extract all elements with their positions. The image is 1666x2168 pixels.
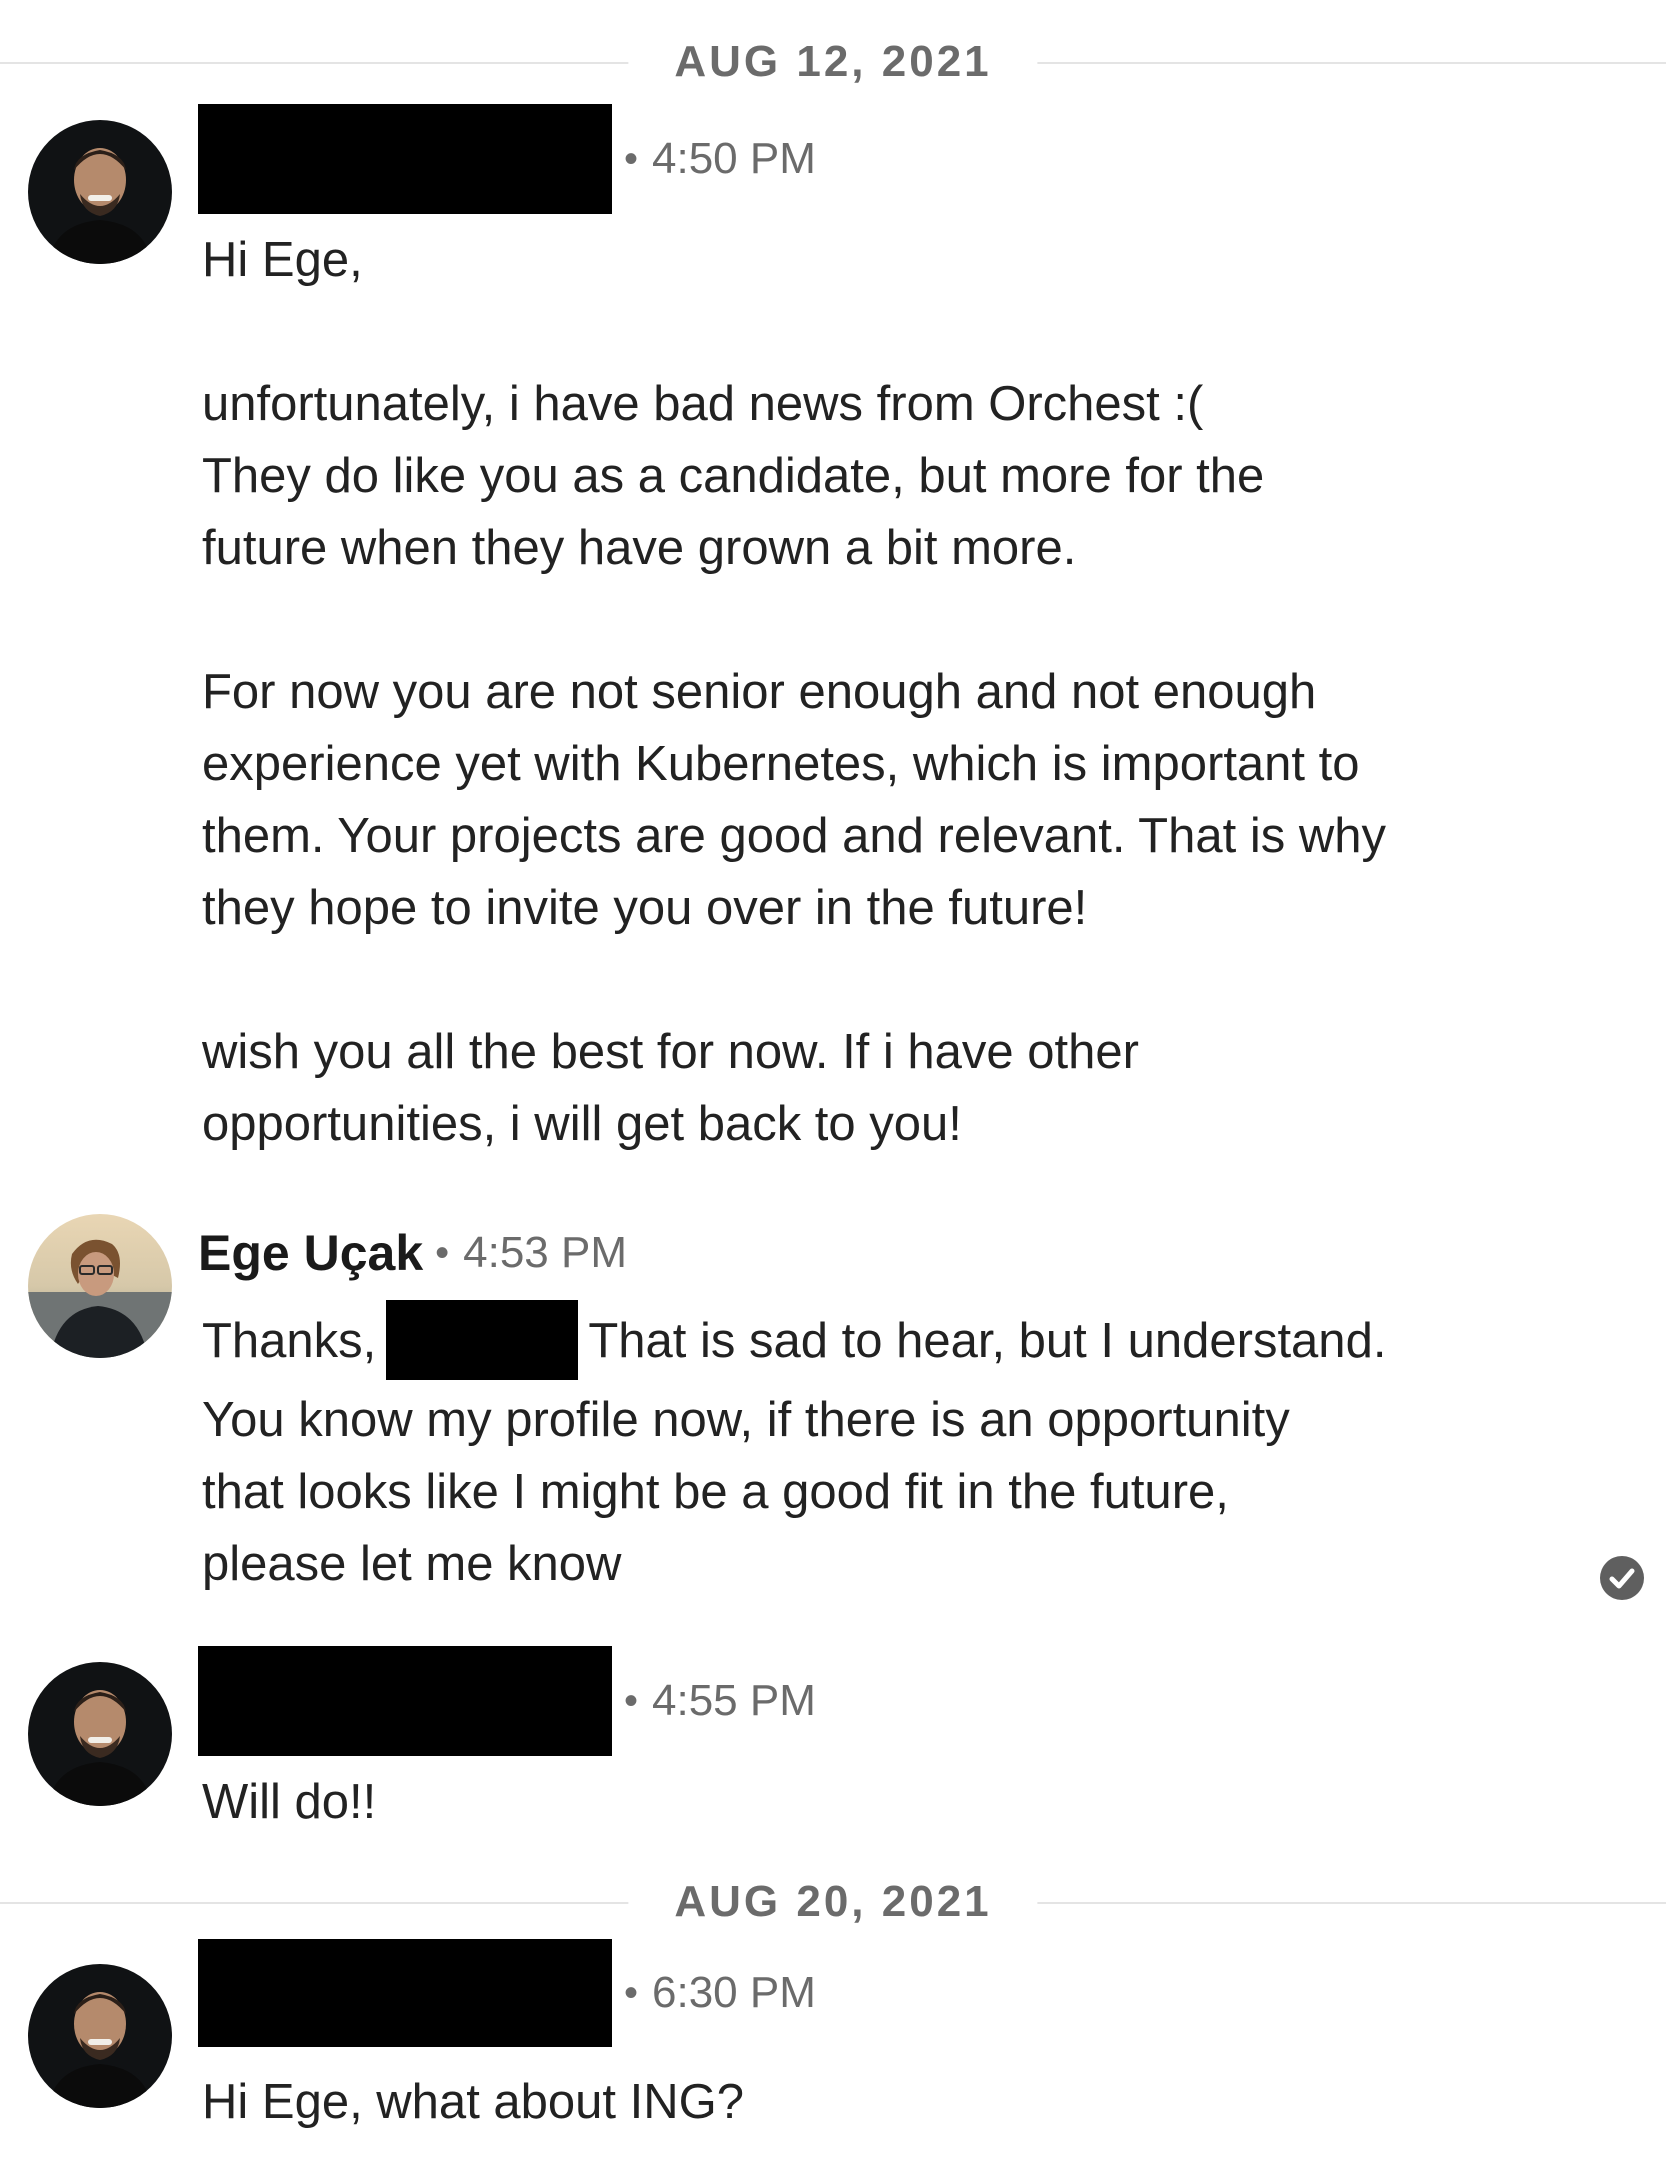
redacted-sender-name [198,1646,612,1756]
message-body: Hi Ege, unfortunately, i have bad news f… [202,224,1502,1160]
message-header: • 4:55 PM [198,1646,816,1756]
message-body: Hi Ege, what about ING? [202,2066,1502,2138]
separator-dot: • [624,136,639,181]
message-paragraph: wish you all the best for now. If i have… [202,1025,1139,1151]
message-paragraph: You know my profile now, if there is an … [202,1393,1290,1591]
message-paragraph: Hi Ege, what about ING? [202,2075,745,2129]
message-time: 4:55 PM [652,1676,816,1725]
message-paragraph: unfortunately, i have bad news from Orch… [202,377,1265,575]
message-text: Thanks, [202,1313,377,1368]
avatar-recruiter[interactable] [28,120,172,264]
message-header: • 6:30 PM [198,1938,816,2048]
message-time: 6:30 PM [652,1968,816,2017]
date-divider: AUG 20, 2021 [0,1872,1666,1932]
separator-dot: • [624,1678,639,1723]
avatar-ege-ucak[interactable] [28,1214,172,1358]
message-time: 4:50 PM [652,134,816,183]
avatar-recruiter[interactable] [28,1662,172,1806]
message-paragraph: Hi Ege, [202,233,363,287]
message-first-line: Thanks, That is sad to hear, but I unders… [202,1300,1502,1384]
date-divider: AUG 12, 2021 [0,32,1666,92]
redacted-recipient-name [386,1300,579,1380]
redacted-sender-name [198,1939,612,2047]
date-label: AUG 12, 2021 [628,32,1038,92]
separator-dot: • [624,1970,639,2015]
separator-dot: • [435,1230,450,1275]
message-text: That is sad to hear, but I understand. [588,1313,1387,1368]
message-paragraph: Will do!! [202,1775,377,1829]
message-paragraph: For now you are not senior enough and no… [202,665,1386,935]
checkmark-circle-icon [1600,1556,1644,1600]
message-time: 4:53 PM [463,1228,628,1277]
message-body: Will do!! [202,1766,1502,1838]
message-body: Thanks, That is sad to hear, but I unders… [202,1300,1502,1600]
sender-name[interactable]: Ege Uçak [198,1224,423,1282]
message-header: Ege Uçak • 4:53 PM [198,1198,627,1308]
message-header: • 4:50 PM [198,104,816,214]
avatar-recruiter[interactable] [28,1964,172,2108]
redacted-sender-name [198,104,612,214]
date-label: AUG 20, 2021 [628,1872,1038,1932]
